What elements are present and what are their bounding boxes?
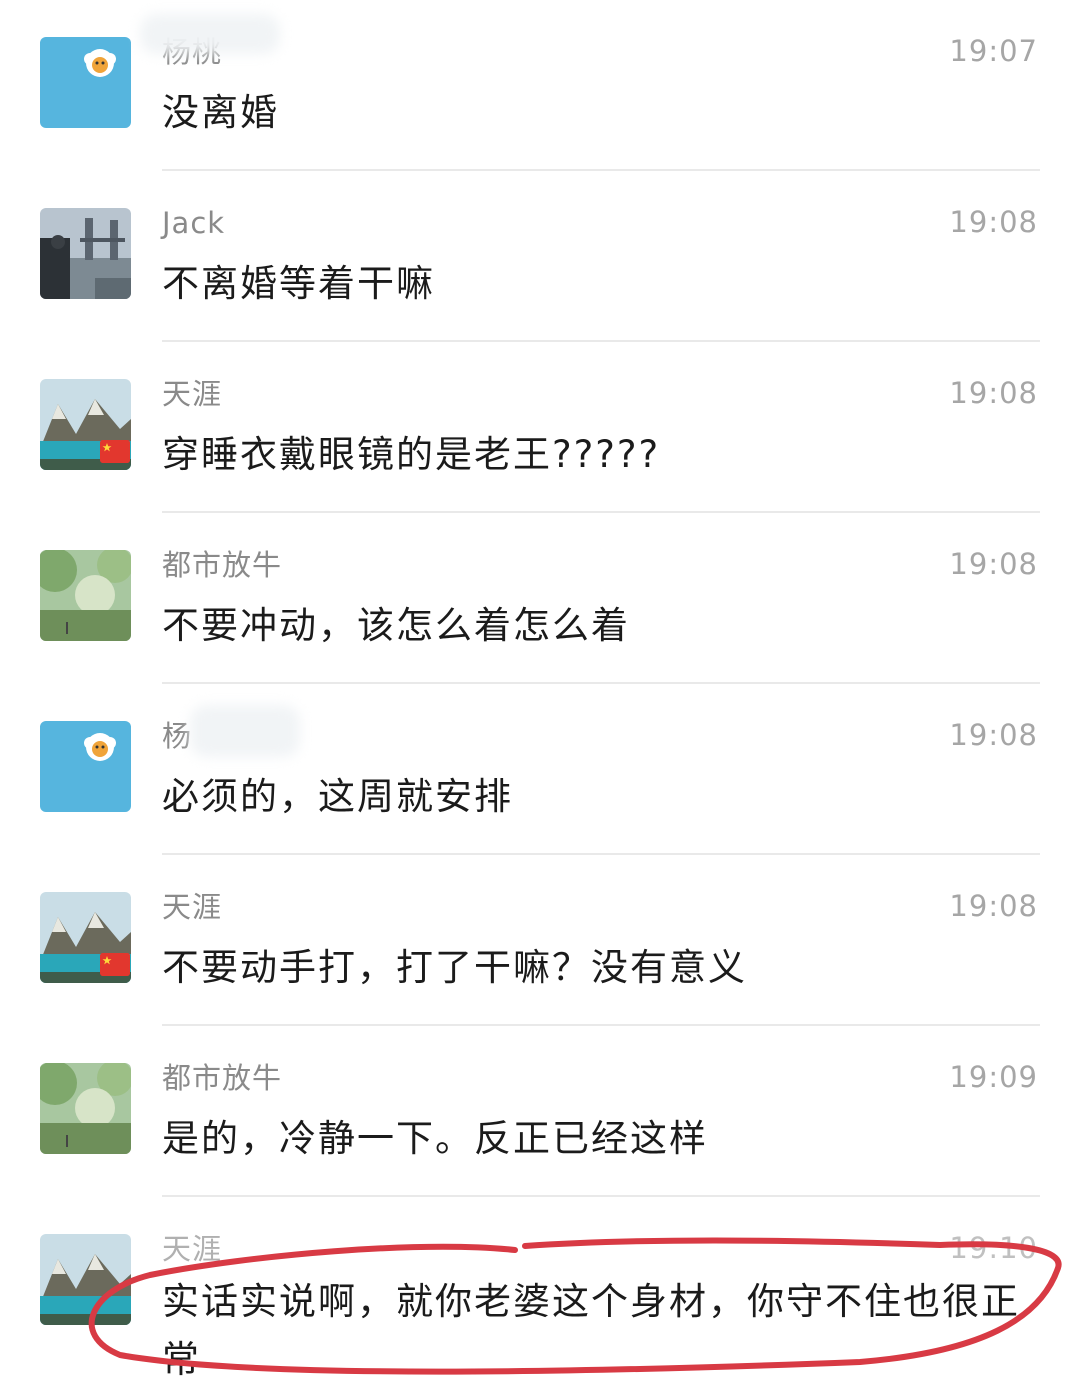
china-flag-icon xyxy=(100,953,130,976)
message-text: 必须的，这周就安排 xyxy=(162,775,513,818)
chat-message-row[interactable]: 都市放牛 19:08 不要冲动，该怎么着怎么着 xyxy=(0,513,1080,684)
message-text: 穿睡衣戴眼镜的是老王????? xyxy=(162,433,661,476)
privacy-blur xyxy=(190,705,300,757)
message-text: 实话实说啊，就你老婆这个身材，你守不住也很正常 xyxy=(162,1280,1020,1381)
message-time: 19:08 xyxy=(949,547,1038,581)
message-text: 不离婚等着干嘛 xyxy=(162,262,435,305)
message-text: 不要动手打，打了干嘛？没有意义 xyxy=(162,946,747,989)
sender-name: 天涯 xyxy=(162,1232,223,1266)
sender-name: 都市放牛 xyxy=(162,1061,283,1095)
green-forest-avatar[interactable] xyxy=(40,1063,131,1154)
message-text: 没离婚 xyxy=(162,91,279,134)
sender-name: Jack xyxy=(162,206,226,240)
chat-message-row[interactable]: 天涯 19:08 穿睡衣戴眼镜的是老王????? xyxy=(0,342,1080,513)
message-time: 19:08 xyxy=(949,205,1038,239)
message-time: 19:08 xyxy=(949,889,1038,923)
bridge-photo-avatar[interactable] xyxy=(40,208,131,299)
message-time: 19:08 xyxy=(949,718,1038,752)
sender-name: 都市放牛 xyxy=(162,548,283,582)
message-time: 19:08 xyxy=(949,376,1038,410)
sheep-avatar[interactable] xyxy=(40,721,131,812)
message-time: 19:07 xyxy=(949,34,1038,68)
sender-name: 天涯 xyxy=(162,377,223,411)
green-forest-avatar[interactable] xyxy=(40,550,131,641)
chat-message-row[interactable]: Jack 19:08 不离婚等着干嘛 xyxy=(0,171,1080,342)
message-text: 是的，冷静一下。反正已经这样 xyxy=(162,1117,708,1160)
mountain-lake-avatar[interactable] xyxy=(40,1234,131,1325)
sheep-avatar[interactable] xyxy=(40,37,131,128)
china-flag-icon xyxy=(100,440,130,463)
sender-name: 天涯 xyxy=(162,890,223,924)
chat-message-row[interactable]: 天涯 19:08 不要动手打，打了干嘛？没有意义 xyxy=(0,855,1080,1026)
chat-message-row[interactable]: 天涯 19:10 实话实说啊，就你老婆这个身材，你守不住也很正常 xyxy=(0,1197,1080,1381)
chat-message-row[interactable]: 都市放牛 19:09 是的，冷静一下。反正已经这样 xyxy=(0,1026,1080,1197)
message-time: 19:10 xyxy=(949,1231,1038,1265)
message-time: 19:09 xyxy=(949,1060,1038,1094)
privacy-blur xyxy=(140,14,280,54)
chat-search-results-list: 杨桃 19:07 没离婚 Jack 19:08 不离婚等着干嘛 xyxy=(0,0,1080,1381)
sender-name: 杨 xyxy=(162,719,193,753)
chat-message-row[interactable]: 杨 19:08 必须的，这周就安排 xyxy=(0,684,1080,855)
message-text: 不要冲动，该怎么着怎么着 xyxy=(162,604,630,647)
